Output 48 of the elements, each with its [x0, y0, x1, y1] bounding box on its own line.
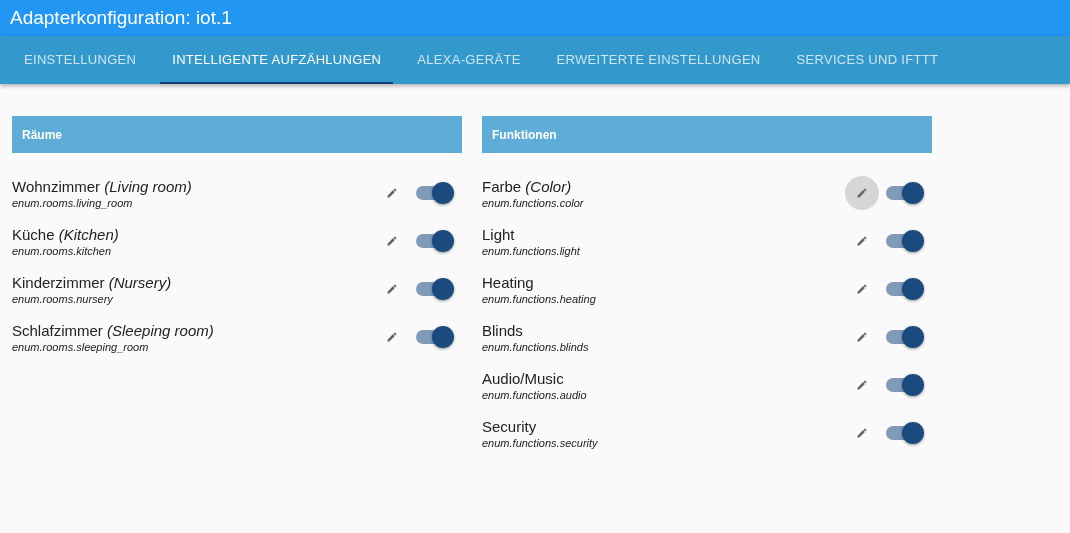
- panel-header: Funktionen: [482, 116, 932, 153]
- pencil-icon: [856, 283, 868, 295]
- item-name: Schlafzimmer (Sleeping room): [12, 320, 215, 340]
- pencil-icon: [856, 187, 868, 199]
- item-id: enum.rooms.living_room: [12, 195, 134, 210]
- pencil-icon: [386, 331, 398, 343]
- toggle-switch[interactable]: [884, 182, 924, 204]
- item-name: Security: [482, 416, 538, 436]
- toggle-switch[interactable]: [884, 326, 924, 348]
- item-id: enum.rooms.nursery: [12, 291, 114, 306]
- item-name: Farbe (Color): [482, 176, 573, 196]
- tab[interactable]: INTELLIGENTE AUFZÄHLUNGEN: [160, 36, 394, 84]
- toggle-switch[interactable]: [414, 230, 454, 252]
- item-name: Blinds: [482, 320, 524, 340]
- toggle-switch[interactable]: [884, 422, 924, 444]
- tab[interactable]: ALEXA-GERÄTE: [405, 36, 533, 84]
- item-id: enum.functions.blinds: [482, 339, 590, 354]
- pencil-icon: [856, 235, 868, 247]
- item-name: Light: [482, 224, 516, 244]
- toggle-switch[interactable]: [414, 326, 454, 348]
- item-name: Kinderzimmer (Nursery): [12, 272, 173, 292]
- tab[interactable]: SERVICES UND IFTTT: [784, 36, 951, 84]
- pencil-icon: [856, 427, 868, 439]
- item-id: enum.functions.light: [482, 243, 581, 258]
- item-id: enum.functions.heating: [482, 291, 597, 306]
- item-id: enum.rooms.sleeping_room: [12, 339, 150, 354]
- item-name: Audio/Music: [482, 368, 565, 388]
- tab[interactable]: EINSTELLUNGEN: [12, 36, 149, 84]
- item-id: enum.functions.audio: [482, 387, 588, 402]
- pencil-icon: [856, 379, 868, 391]
- item-id: enum.rooms.kitchen: [12, 243, 113, 258]
- item-name: Heating: [482, 272, 535, 292]
- item-name: Wohnzimmer (Living room): [12, 176, 193, 196]
- panel-header: Räume: [12, 116, 462, 153]
- toggle-switch[interactable]: [414, 278, 454, 300]
- pencil-icon: [386, 283, 398, 295]
- tab[interactable]: ERWEITERTE EINSTELLUNGEN: [544, 36, 773, 84]
- toggle-switch[interactable]: [884, 278, 924, 300]
- item-id: enum.functions.security: [482, 435, 599, 450]
- toggle-switch[interactable]: [884, 374, 924, 396]
- window-title: Adapterkonfiguration: iot.1: [10, 7, 232, 29]
- pencil-icon: [386, 235, 398, 247]
- item-name: Küche (Kitchen): [12, 224, 120, 244]
- pencil-icon: [856, 331, 868, 343]
- toggle-switch[interactable]: [414, 182, 454, 204]
- pencil-icon: [386, 187, 398, 199]
- toggle-switch[interactable]: [884, 230, 924, 252]
- item-id: enum.functions.color: [482, 195, 585, 210]
